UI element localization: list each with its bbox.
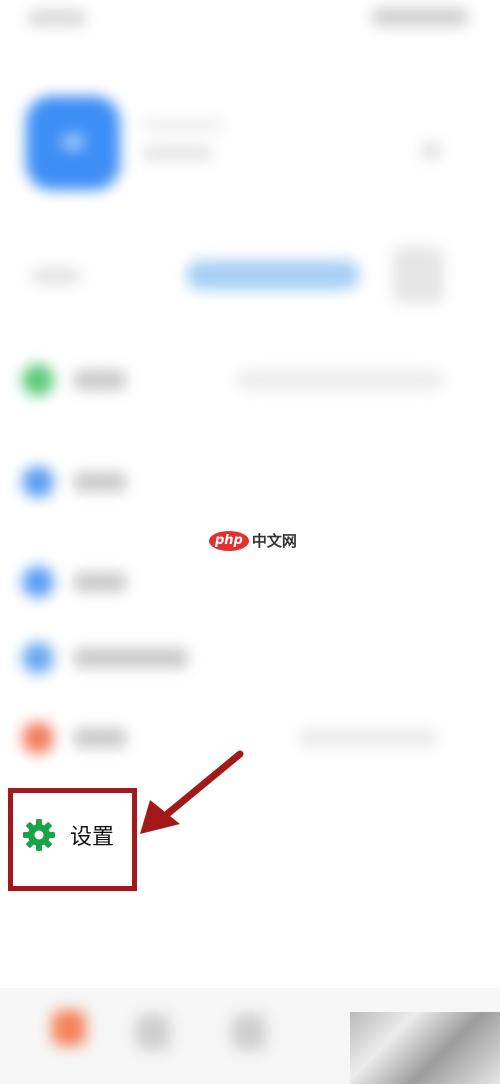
nav-share-icon[interactable] (232, 1014, 266, 1050)
list-item[interactable] (74, 472, 126, 492)
status-bar-time (28, 10, 86, 26)
obscured-corner (350, 1012, 500, 1084)
watermark-logo: php 中文网 (209, 530, 297, 551)
avatar-logo-icon (62, 134, 84, 150)
nav-files-icon[interactable] (136, 1014, 170, 1050)
account-name (142, 118, 224, 132)
list-item-value (298, 728, 438, 748)
nav-home-icon[interactable] (52, 1010, 86, 1046)
profile-more-icon[interactable] (420, 142, 442, 160)
storage-bar[interactable] (186, 260, 360, 290)
settings-menu-item[interactable]: 设置 (22, 818, 114, 852)
status-bar-indicators (372, 8, 468, 26)
list-item-icon (22, 566, 54, 598)
list-item-icon (22, 364, 54, 396)
arrow-icon (140, 750, 244, 834)
list-item[interactable] (74, 648, 188, 668)
gear-icon (23, 819, 55, 851)
list-item[interactable] (74, 370, 126, 390)
list-item-icon (22, 466, 54, 498)
list-item[interactable] (74, 572, 126, 592)
list-item-value (236, 370, 444, 390)
list-item[interactable] (74, 728, 126, 748)
list-item-icon (22, 722, 54, 754)
storage-label (32, 268, 80, 284)
settings-label: 设置 (70, 825, 115, 850)
list-item-icon (22, 642, 54, 674)
watermark-text: 中文网 (251, 532, 297, 550)
watermark-badge: php (209, 530, 249, 551)
storage-button[interactable] (392, 246, 444, 304)
account-subtitle (142, 146, 212, 160)
